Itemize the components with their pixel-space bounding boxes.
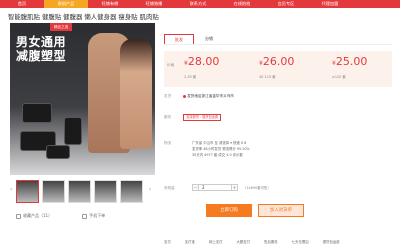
payment-alipay: 支付宝 xyxy=(184,240,195,244)
seven-day-return: 七天无理由 xyxy=(291,240,309,244)
buy-now-button[interactable]: 立即订购 xyxy=(206,204,252,217)
model-woman-image xyxy=(120,39,152,149)
price-panel: 价格 ¥28.00 2-39 套 ¥26.00 40-119 套 ¥25.00 … xyxy=(164,51,392,87)
nav-franchise[interactable]: 代理加盟 xyxy=(308,0,352,8)
price-tier: ¥28.00 2-39 套 xyxy=(184,55,219,79)
favorite-link[interactable]: 收藏产品（11） xyxy=(16,213,52,219)
payment-label: 支付 xyxy=(164,240,171,244)
slogan-line-1: 男女通用 xyxy=(16,35,67,49)
nav-live[interactable]: 旺铺独播 xyxy=(132,0,176,8)
nav-contact[interactable]: 联系方式 xyxy=(176,0,220,8)
payment-large: 大额支付 xyxy=(236,240,251,244)
stock-text: （14690套可售） xyxy=(243,186,271,190)
shipping-label: 物流 xyxy=(164,141,172,145)
thumb-next-icon[interactable]: › xyxy=(149,186,151,193)
price-tier: ¥25.00 ≥120 套 xyxy=(332,55,367,79)
quantity-label: 采购量 xyxy=(164,186,175,190)
pad-product-image xyxy=(22,103,52,123)
sale-tabs: 批发 分销 xyxy=(164,34,224,44)
mobile-order-label: 手机下单 xyxy=(89,213,106,218)
price-qty: ≥120 套 xyxy=(332,75,346,79)
nav-original-products-label: 原创产品 xyxy=(57,1,75,6)
payment-service-row: 支付 支付宝 网上支付 大额支付 售后服务 七天无理由 退货包运费 xyxy=(164,239,394,244)
nav-home[interactable]: 首页 xyxy=(0,0,44,8)
product-title: 智能腹肌贴 健腹贴 健腹器 懒人健身器 瘦身贴 肌肉贴 xyxy=(8,13,159,21)
thumbnail[interactable] xyxy=(42,180,65,203)
increase-button[interactable]: ＋ xyxy=(231,184,238,191)
qrcode-icon xyxy=(82,213,88,219)
product-actions: 收藏产品（11） 手机下单 xyxy=(16,213,105,219)
add-to-cart-button[interactable]: 加入进货单 xyxy=(258,204,304,217)
tab-distribution[interactable]: 分销 xyxy=(194,34,224,44)
product-slogan: 男女通用 减腹塑型 xyxy=(16,35,66,63)
quantity-stepper: － 2 ＋ （14690套可售） xyxy=(192,184,271,191)
nav-members[interactable]: 会员专区 xyxy=(264,0,308,8)
favorite-icon xyxy=(16,213,21,219)
price-tier: ¥26.00 40-119 套 xyxy=(259,55,294,79)
thumbnail[interactable] xyxy=(68,180,91,203)
thumbnail-strip: ‹ › xyxy=(10,180,155,204)
price-value: ¥26.00 xyxy=(259,55,295,68)
decrease-button[interactable]: － xyxy=(192,184,199,191)
pad-product-image xyxy=(46,145,70,159)
service-tag[interactable]: 支持退货 - 退货包运费 xyxy=(183,114,222,121)
origin-value: 发货地区浙江省金华市义乌市 xyxy=(187,94,234,98)
quantity-input[interactable]: 2 xyxy=(199,184,231,191)
price-value: ¥28.00 xyxy=(184,55,220,68)
shipping-line-3: 30天内 4977 套 成交 5.0 评价数 xyxy=(192,153,243,157)
promo-tag: 精品之选 xyxy=(50,23,72,31)
origin-label: 发货 xyxy=(164,94,172,98)
price-qty: 40-119 套 xyxy=(259,75,276,79)
pad-product-image xyxy=(64,117,82,145)
mobile-order-link[interactable]: 手机下单 xyxy=(82,213,105,219)
favorite-label: 收藏产品（11） xyxy=(23,213,53,218)
slogan-line-2: 减腹塑型 xyxy=(16,49,67,63)
price-qty: 2-39 套 xyxy=(184,75,197,79)
thumb-prev-icon[interactable]: ‹ xyxy=(10,186,12,193)
price-label: 价格 xyxy=(167,63,175,67)
shipping-info: 广东省 中山市 至 请选择 ▾ 快递 ¥ 8 发货率 48小时发货 物流得分 9… xyxy=(192,140,334,162)
free-return-shipping: 退货包运费 xyxy=(322,240,340,244)
nav-shop[interactable]: 旺铺有哪 xyxy=(88,0,132,8)
thumbnail[interactable] xyxy=(120,180,143,203)
tab-divider xyxy=(164,44,392,45)
thumbnail[interactable] xyxy=(94,180,117,203)
location-icon xyxy=(183,94,187,98)
service-label: 服务 xyxy=(164,115,172,119)
top-nav: 首页 原创产品 旺铺有哪 旺铺独播 联系方式 在线拍档 会员专区 代理加盟 xyxy=(0,0,400,8)
price-value: ¥25.00 xyxy=(332,55,368,68)
payment-online: 网上支付 xyxy=(208,240,223,244)
nav-original-products[interactable]: 原创产品 xyxy=(44,0,88,8)
after-sale-label: 售后服务 xyxy=(264,240,278,244)
tab-wholesale[interactable]: 批发 xyxy=(164,34,194,44)
origin-row: 发货 发货地区浙江省金华市义乌市 xyxy=(164,94,234,99)
nav-online[interactable]: 在线拍档 xyxy=(220,0,264,8)
thumbnail[interactable] xyxy=(16,180,39,203)
service-row: 服务 支持退货 - 退货包运费 xyxy=(164,114,222,121)
product-main-image[interactable]: 精品之选 男女通用 减腹塑型 xyxy=(10,23,155,175)
